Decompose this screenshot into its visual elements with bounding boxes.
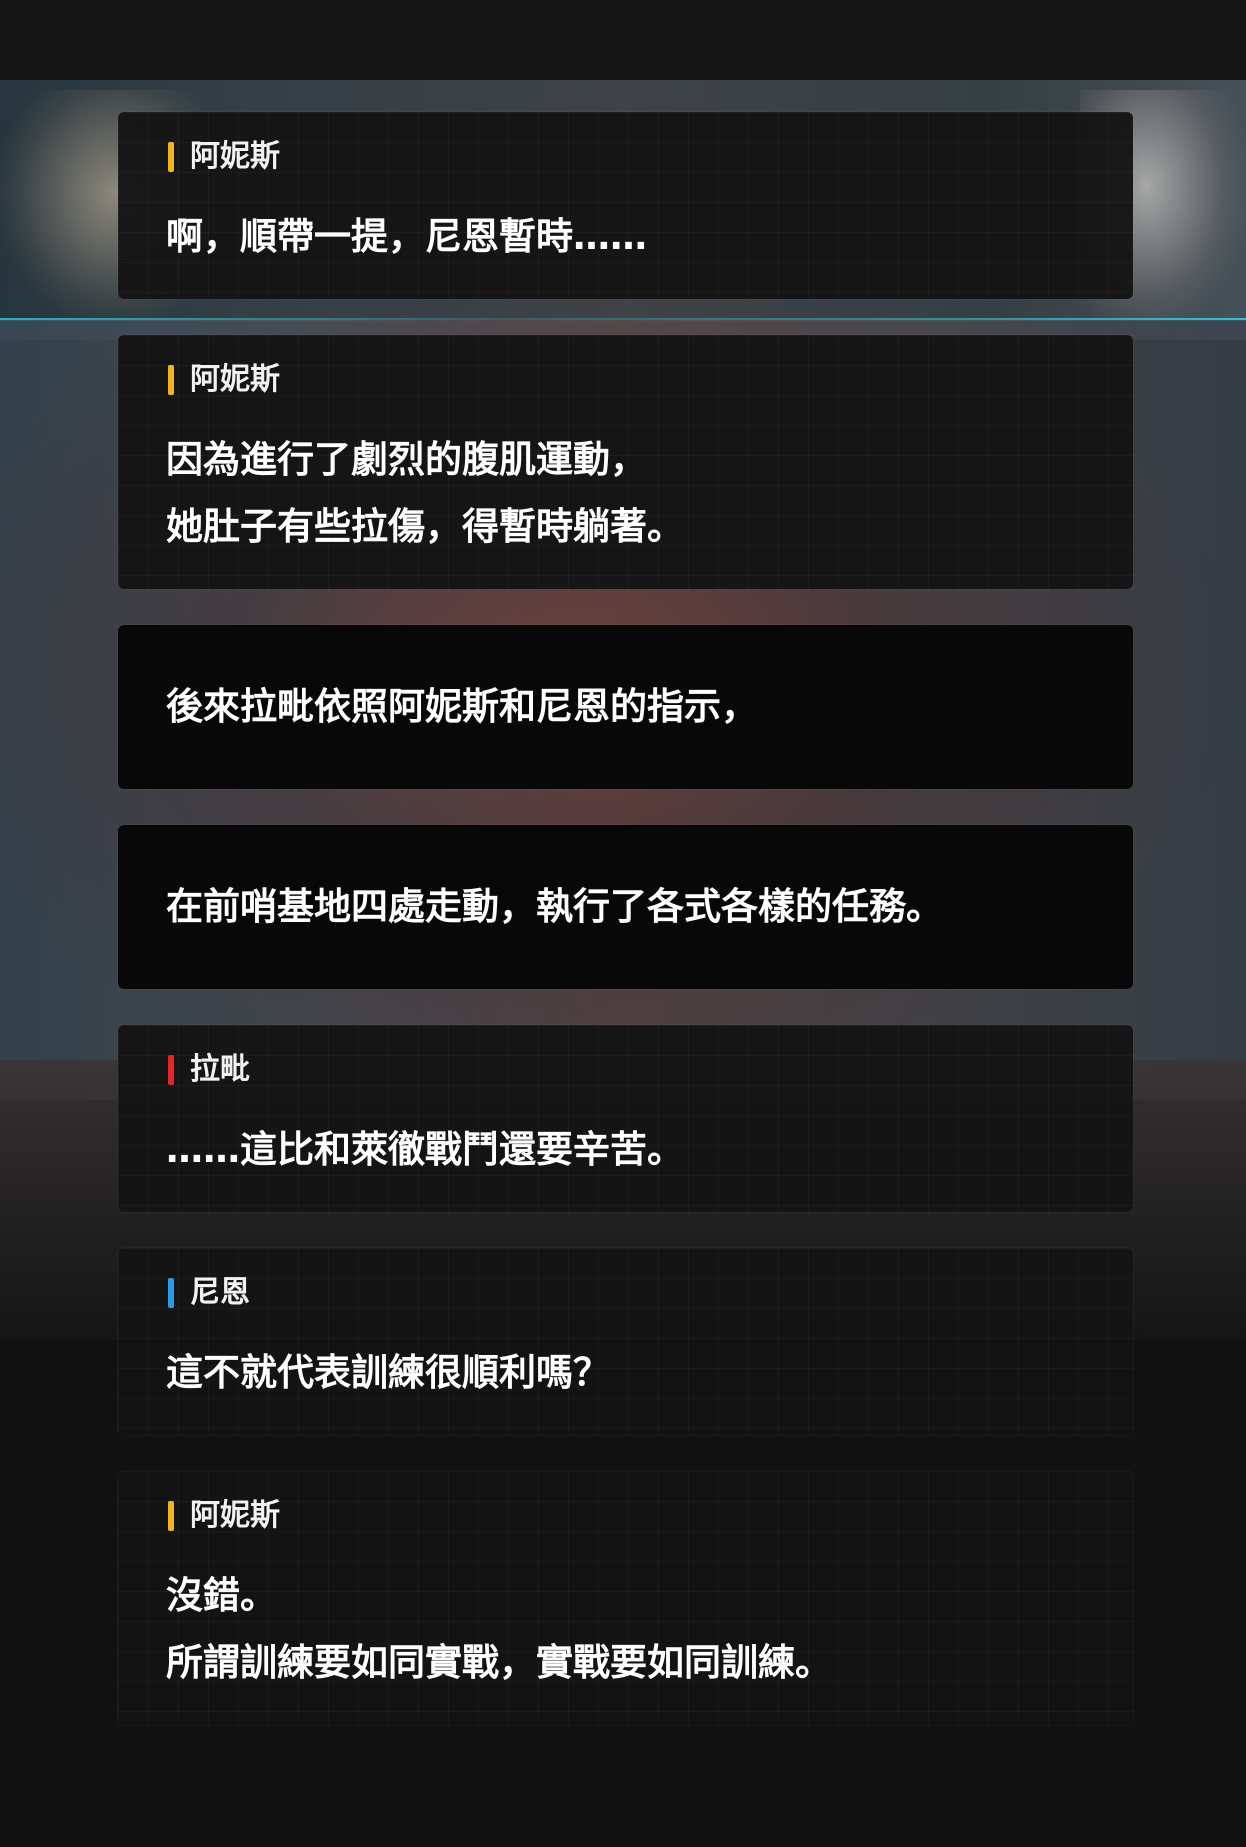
dialogue-line: 因為進行了劇烈的腹肌運動， bbox=[166, 438, 647, 481]
dialogue-line: ……這比和萊徹戰鬥還要辛苦。 bbox=[166, 1128, 684, 1171]
narration-line: 在前哨基地四處走動，執行了各式各樣的任務。 bbox=[166, 885, 943, 928]
dialogue-log[interactable]: 阿妮斯 啊，順帶一提，尼恩暫時…… 阿妮斯 因為進行了劇烈的腹肌運動， 她肚子有… bbox=[118, 112, 1133, 1761]
speaker-color-bar bbox=[168, 1055, 174, 1085]
speaker-name: 阿妮斯 bbox=[190, 139, 280, 174]
dialogue-line: 啊，順帶一提，尼恩暫時…… bbox=[166, 215, 647, 258]
speaker-name: 拉毗 bbox=[190, 1052, 250, 1087]
narration-entry: 在前哨基地四處走動，執行了各式各樣的任務。 bbox=[118, 825, 1133, 989]
dialogue-entry: 阿妮斯 啊，順帶一提，尼恩暫時…… bbox=[118, 112, 1133, 299]
dialogue-entry: 尼恩 這不就代表訓練很順利嗎？ bbox=[118, 1248, 1133, 1435]
dialogue-line: 所謂訓練要如同實戰，實戰要如同訓練。 bbox=[166, 1641, 832, 1684]
speaker-tag: 拉毗 bbox=[168, 1053, 250, 1087]
dialogue-line: 這不就代表訓練很順利嗎？ bbox=[166, 1351, 610, 1394]
speaker-name: 阿妮斯 bbox=[190, 362, 280, 397]
speaker-color-bar bbox=[168, 142, 174, 172]
dialogue-entry: 拉毗 ……這比和萊徹戰鬥還要辛苦。 bbox=[118, 1025, 1133, 1212]
speaker-tag: 尼恩 bbox=[168, 1276, 250, 1310]
speaker-name: 阿妮斯 bbox=[190, 1498, 280, 1533]
speaker-color-bar bbox=[168, 1278, 174, 1308]
dialogue-entry: 阿妮斯 因為進行了劇烈的腹肌運動， 她肚子有些拉傷，得暫時躺著。 bbox=[118, 335, 1133, 589]
speaker-color-bar bbox=[168, 1501, 174, 1531]
dialogue-line: 她肚子有些拉傷，得暫時躺著。 bbox=[166, 505, 684, 548]
speaker-tag: 阿妮斯 bbox=[168, 363, 280, 397]
narration-line: 後來拉毗依照阿妮斯和尼恩的指示， bbox=[166, 685, 758, 728]
speaker-tag: 阿妮斯 bbox=[168, 1499, 280, 1533]
dialogue-line: 沒錯。 bbox=[166, 1574, 277, 1617]
narration-entry: 後來拉毗依照阿妮斯和尼恩的指示， bbox=[118, 625, 1133, 789]
speaker-name: 尼恩 bbox=[190, 1275, 250, 1310]
dialogue-entry: 阿妮斯 沒錯。 所謂訓練要如同實戰，實戰要如同訓練。 bbox=[118, 1471, 1133, 1725]
speaker-color-bar bbox=[168, 365, 174, 395]
speaker-tag: 阿妮斯 bbox=[168, 140, 280, 174]
